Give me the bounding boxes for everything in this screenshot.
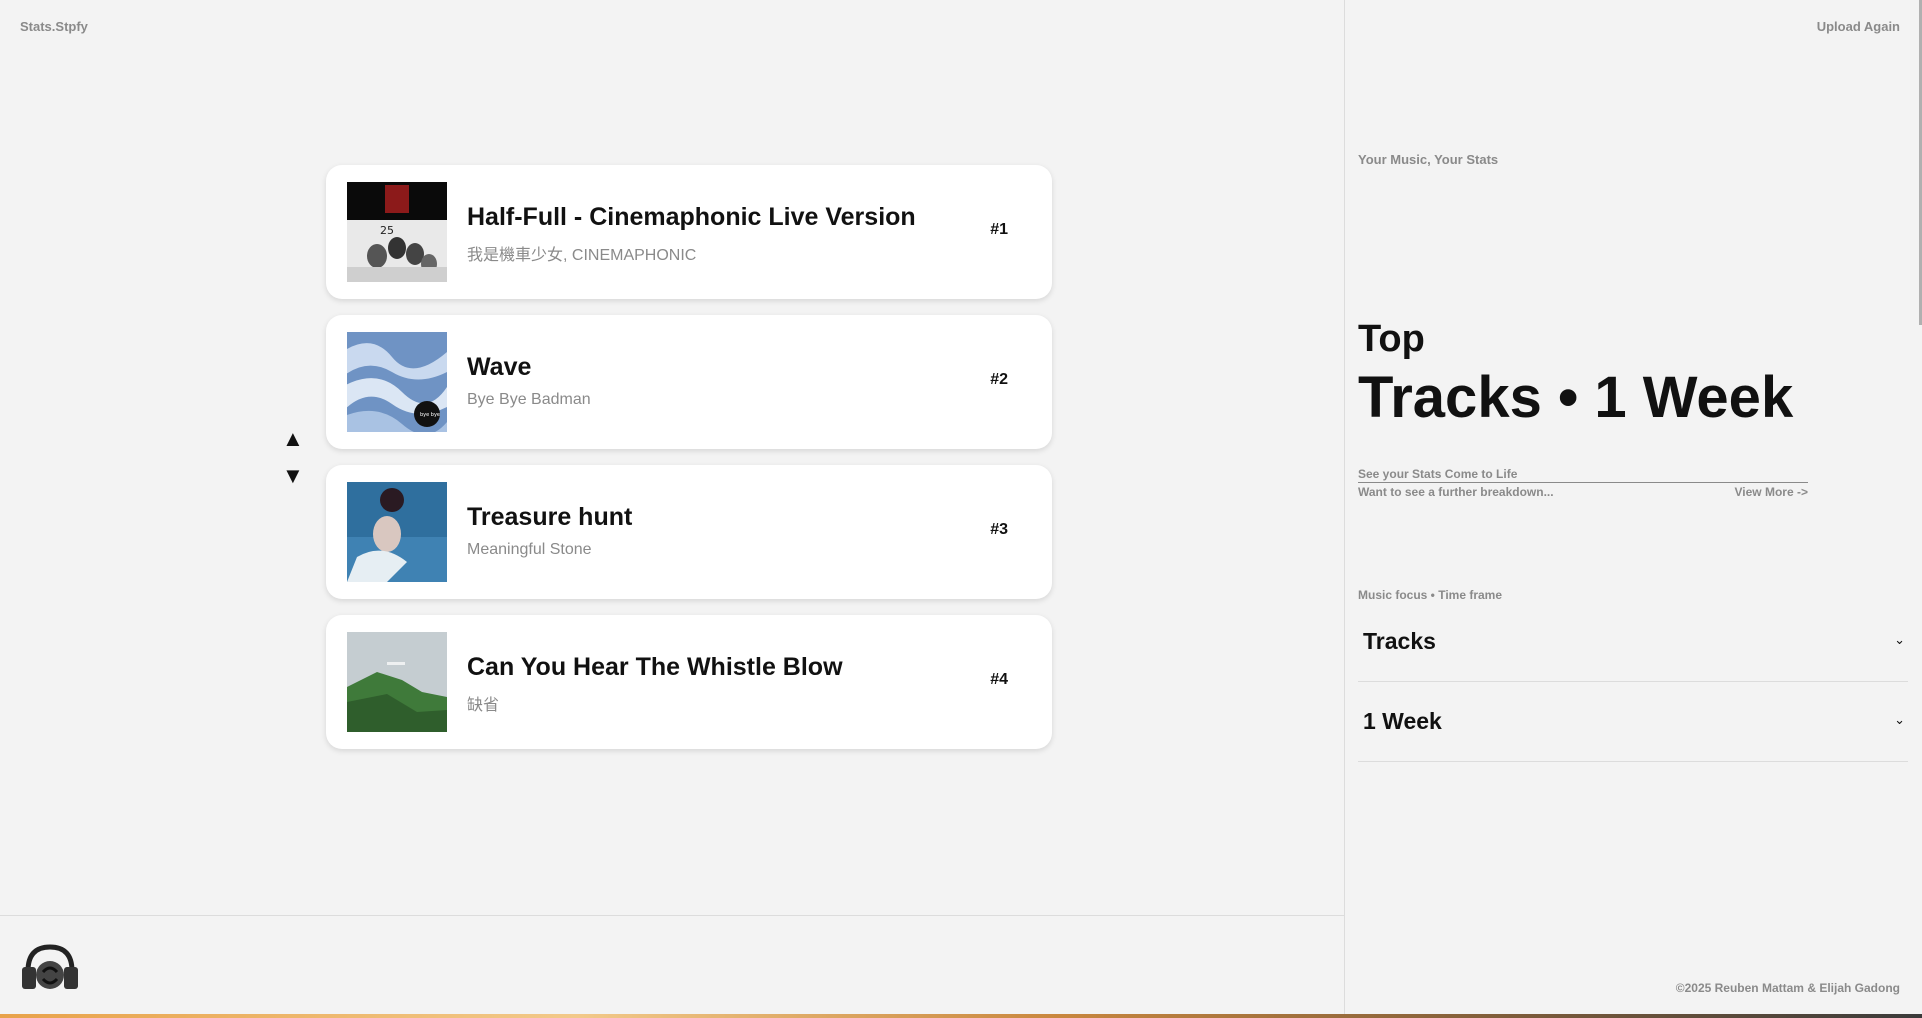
page: Stats.Stpfy 25 Half-Full - Cinemaphonic … [0,0,1922,1018]
track-title: Can You Hear The Whistle Blow [467,653,843,681]
track-rank: #2 [990,371,1008,388]
headphones-logo-icon [20,941,80,993]
heading-top: Top [1358,318,1425,360]
main-pane: Stats.Stpfy 25 Half-Full - Cinemaphonic … [0,0,1344,915]
album-cover: 25 [347,182,447,282]
track-list: 25 Half-Full - Cinemaphonic Live Version… [326,165,1052,765]
track-rank: #1 [990,221,1008,238]
album-cover [347,632,447,732]
track-title: Wave [467,353,532,381]
tagline: Your Music, Your Stats [1358,152,1499,167]
cta-title: See your Stats Come to Life [1358,467,1808,483]
chevron-down-icon: ⌄ [1894,632,1905,647]
track-artist: Bye Bye Badman [467,391,591,408]
bottom-strip [0,1014,1922,1018]
view-more-section: See your Stats Come to Life Want to see … [1358,467,1808,499]
track-card-2[interactable]: bye bye Wave Bye Bye Badman #2 [326,315,1052,449]
time-frame-select[interactable]: 1 Week ⌄ [1358,682,1908,762]
cta-row: Want to see a further breakdown... View … [1358,485,1808,499]
move-up-button[interactable]: ▲ [282,428,304,450]
track-card-3[interactable]: Treasure hunt Meaningful Stone #3 [326,465,1052,599]
footer-divider [0,915,1344,916]
track-artist: 缺省 [467,697,500,714]
svg-text:bye bye: bye bye [420,412,440,418]
chevron-down-icon: ⌄ [1894,712,1905,727]
track-card-1[interactable]: 25 Half-Full - Cinemaphonic Live Version… [326,165,1052,299]
view-more-link[interactable]: View More -> [1735,485,1808,499]
cta-text: Want to see a further breakdown... [1358,485,1554,499]
track-artist: Meaningful Stone [467,541,592,558]
copyright: ©2025 Reuben Mattam & Elijah Gadong [1675,981,1900,995]
svg-text:25: 25 [380,224,394,237]
album-cover [347,482,447,582]
music-focus-value: Tracks [1363,628,1436,654]
page-title: Tracks • 1 Week [1358,365,1794,430]
track-title: Half-Full - Cinemaphonic Live Version [467,203,916,231]
track-artist: 我是機車少女, CINEMAPHONIC [467,247,697,264]
brand-logo-text[interactable]: Stats.Stpfy [20,19,88,34]
track-rank: #4 [990,671,1008,688]
move-down-button[interactable]: ▼ [282,465,304,487]
album-cover: bye bye [347,332,447,432]
time-frame-value: 1 Week [1363,708,1442,734]
track-rank: #3 [990,521,1008,538]
track-title: Treasure hunt [467,503,633,531]
filters-label: Music focus • Time frame [1358,588,1503,602]
track-card-4[interactable]: Can You Hear The Whistle Blow 缺省 #4 [326,615,1052,749]
music-focus-select[interactable]: Tracks ⌄ [1358,602,1908,682]
vertical-divider [1344,0,1345,1018]
upload-again-button[interactable]: Upload Again [1817,19,1900,34]
